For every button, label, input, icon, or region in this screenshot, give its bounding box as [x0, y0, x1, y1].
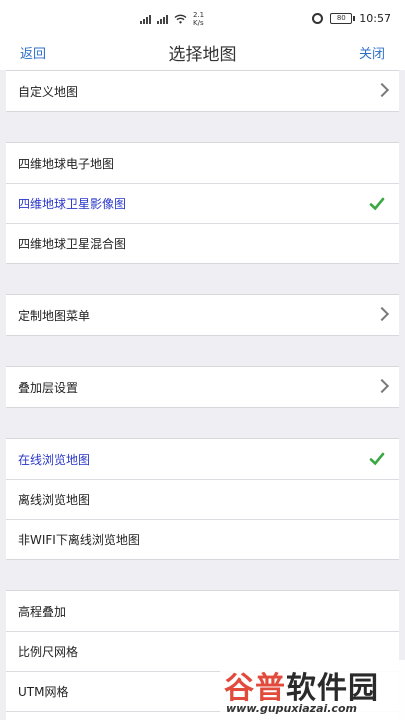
list-group: 在线浏览地图 离线浏览地图非WIFI下离线浏览地图: [6, 438, 399, 560]
list-item[interactable]: 叠加层设置: [6, 367, 399, 407]
battery-icon: 80: [330, 13, 356, 24]
watermark-url: www.gupuxiazai.com: [226, 702, 357, 715]
chevron-right-icon: [374, 306, 390, 322]
watermark-accent: 谷普: [224, 671, 286, 706]
close-button[interactable]: 关闭: [359, 43, 385, 62]
data-speed: 2.1 K/s: [193, 11, 204, 27]
list-item[interactable]: 在线浏览地图: [6, 439, 399, 479]
list-item-label: 在线浏览地图: [18, 452, 91, 467]
screen: 2.1 K/s 80 10:57 返回 选择地图 关闭 自定义地图四维地球电子地图…: [0, 0, 405, 720]
list-item-label: 定制地图菜单: [18, 308, 91, 323]
list-item[interactable]: 定制地图菜单: [6, 295, 399, 335]
list-group: 定制地图菜单: [6, 294, 399, 336]
status-bar: 2.1 K/s 80 10:57: [0, 0, 405, 36]
group-gap: [6, 112, 399, 142]
watermark-logo: 谷普软件园 www.gupuxiazai.com: [220, 660, 405, 720]
status-right: 80 10:57: [312, 12, 391, 25]
list-item[interactable]: 四维地球电子地图: [6, 143, 399, 183]
checkmark-icon: [369, 197, 385, 211]
sim1-signal-icon: [140, 14, 151, 24]
list-item[interactable]: 离线浏览地图: [6, 479, 399, 519]
status-left-icons: 2.1 K/s: [140, 11, 204, 27]
status-time: 10:57: [359, 12, 391, 25]
list-item-label: 高程叠加: [18, 604, 67, 619]
watermark-rest: 软件园: [286, 671, 379, 706]
list-item[interactable]: 高程叠加: [6, 591, 399, 631]
list-item-label: 比例尺网格: [18, 645, 79, 659]
page-title: 选择地图: [168, 45, 237, 65]
list-group: 自定义地图: [6, 70, 399, 112]
chevron-right-icon: [374, 378, 390, 394]
wifi-icon: [174, 14, 187, 24]
list-item[interactable]: 四维地球卫星影像图: [6, 183, 399, 223]
chevron-right-icon: [374, 82, 390, 98]
list-group: 叠加层设置: [6, 366, 399, 408]
header: 返回 选择地图 关闭: [0, 36, 405, 70]
group-gap: [6, 560, 399, 590]
list-item-label: 非WIFI下离线浏览地图: [18, 533, 140, 547]
list-item-label: 自定义地图: [18, 84, 79, 99]
group-gap: [6, 264, 399, 294]
sim2-signal-icon: [157, 14, 168, 24]
list-item-label: 四维地球卫星混合图: [18, 237, 127, 251]
list-item[interactable]: 非WIFI下离线浏览地图: [6, 519, 399, 559]
list-item-label: 四维地球卫星影像图: [18, 197, 127, 211]
data-speed-unit: K/s: [193, 19, 204, 27]
group-gap: [6, 336, 399, 366]
alarm-icon: [312, 13, 324, 24]
list-item[interactable]: 自定义地图: [6, 71, 399, 111]
list-item-label: 四维地球电子地图: [18, 156, 115, 171]
list-item-label: 离线浏览地图: [18, 493, 91, 507]
watermark-title: 谷普软件园: [224, 663, 379, 707]
map-options-list: 自定义地图 四维地球电子地图 四维地球卫星影像图 四维地球卫星混合图 定制地图菜单 叠加层…: [6, 70, 399, 720]
group-gap: [6, 408, 399, 438]
list-item-label: 叠加层设置: [18, 380, 79, 395]
list-group: 四维地球电子地图 四维地球卫星影像图 四维地球卫星混合图: [6, 142, 399, 264]
list-item[interactable]: 四维地球卫星混合图: [6, 223, 399, 263]
checkmark-icon: [369, 452, 385, 466]
list-item-label: UTM网格: [18, 685, 69, 699]
data-speed-value: 2.1: [193, 11, 205, 19]
